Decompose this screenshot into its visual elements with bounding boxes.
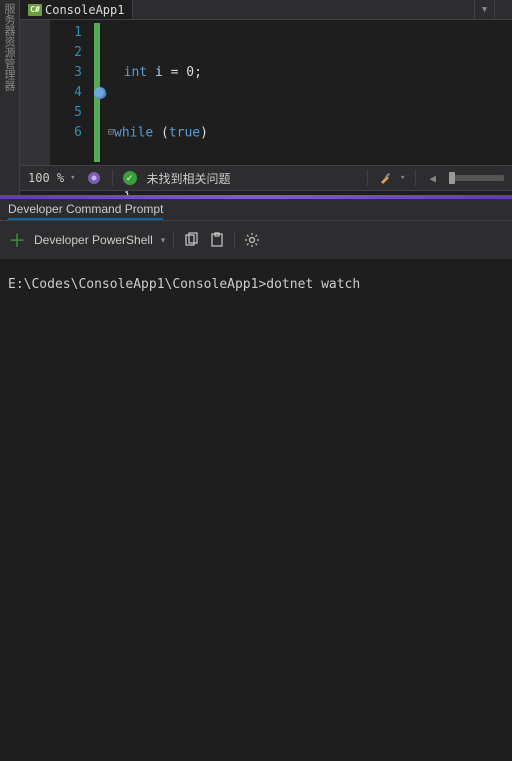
csharp-file-icon: C# [28, 4, 42, 16]
health-indicator-icon[interactable] [86, 170, 102, 186]
terminal-command: dotnet watch [266, 277, 360, 292]
issues-message[interactable]: 未找到相关问题 [147, 170, 231, 187]
tab-title: ConsoleApp1 [45, 3, 124, 17]
tab-dropdown-icon[interactable]: ▾ [474, 0, 494, 19]
no-issues-icon: ✓ [123, 171, 137, 185]
line-number-with-marker: 4 [50, 83, 90, 103]
line-number: 6 [50, 123, 90, 143]
line-number: 3 [50, 63, 90, 83]
paste-icon[interactable] [208, 231, 226, 249]
tab-well-overflow[interactable] [494, 0, 512, 19]
terminal-panel-title[interactable]: Developer Command Prompt [8, 202, 163, 220]
vertical-tab-server-explorer[interactable]: 服务器资源管理器 [1, 3, 17, 197]
vertical-toolbar: 服务器资源管理器 工具箱 [0, 0, 20, 200]
copy-icon[interactable] [182, 231, 200, 249]
gear-icon[interactable] [243, 231, 261, 249]
line-number: 1 [50, 23, 90, 43]
document-tab-consoleapp1[interactable]: C# ConsoleApp1 [20, 0, 133, 19]
code-line: int i = 0; [108, 63, 421, 83]
terminal-prompt: E:\Codes\ConsoleApp1\ConsoleApp1> [8, 277, 266, 292]
new-terminal-plus-icon[interactable]: ＋ [8, 227, 26, 253]
terminal-output[interactable]: E:\Codes\ConsoleApp1\ConsoleApp1>dotnet … [0, 259, 512, 761]
cleanup-brush-icon[interactable] [378, 170, 394, 186]
editor-margin [20, 20, 50, 165]
editor-status-bar: 100 % ▾ ✓ 未找到相关问题 ▾ ◀ [20, 165, 512, 191]
nav-prev-icon[interactable]: ◀ [426, 172, 439, 185]
code-line: ⊟while (true) [108, 123, 421, 143]
terminal-panel-title-bar: Developer Command Prompt [0, 199, 512, 221]
line-number: 5 [50, 103, 90, 123]
code-area[interactable]: int i = 0; ⊟while (true) { Console.Write… [108, 20, 421, 165]
code-editor[interactable]: 1 2 3 4 5 6 int i = 0; ⊟while (true) { C… [20, 20, 512, 165]
shell-selector-label[interactable]: Developer PowerShell [34, 233, 153, 247]
terminal-toolbar: ＋ Developer PowerShell ▾ [0, 221, 512, 259]
line-number-gutter: 1 2 3 4 5 6 [50, 20, 90, 165]
document-tab-bar: C# ConsoleApp1 ▾ [20, 0, 512, 20]
line-number: 2 [50, 43, 90, 63]
zoom-level[interactable]: 100 % [28, 171, 64, 185]
scroll-map-slider[interactable] [449, 175, 504, 181]
brush-dropdown-icon[interactable]: ▾ [400, 173, 405, 183]
shell-selector-dropdown-icon[interactable]: ▾ [161, 235, 166, 246]
zoom-dropdown-icon[interactable]: ▾ [70, 173, 75, 183]
